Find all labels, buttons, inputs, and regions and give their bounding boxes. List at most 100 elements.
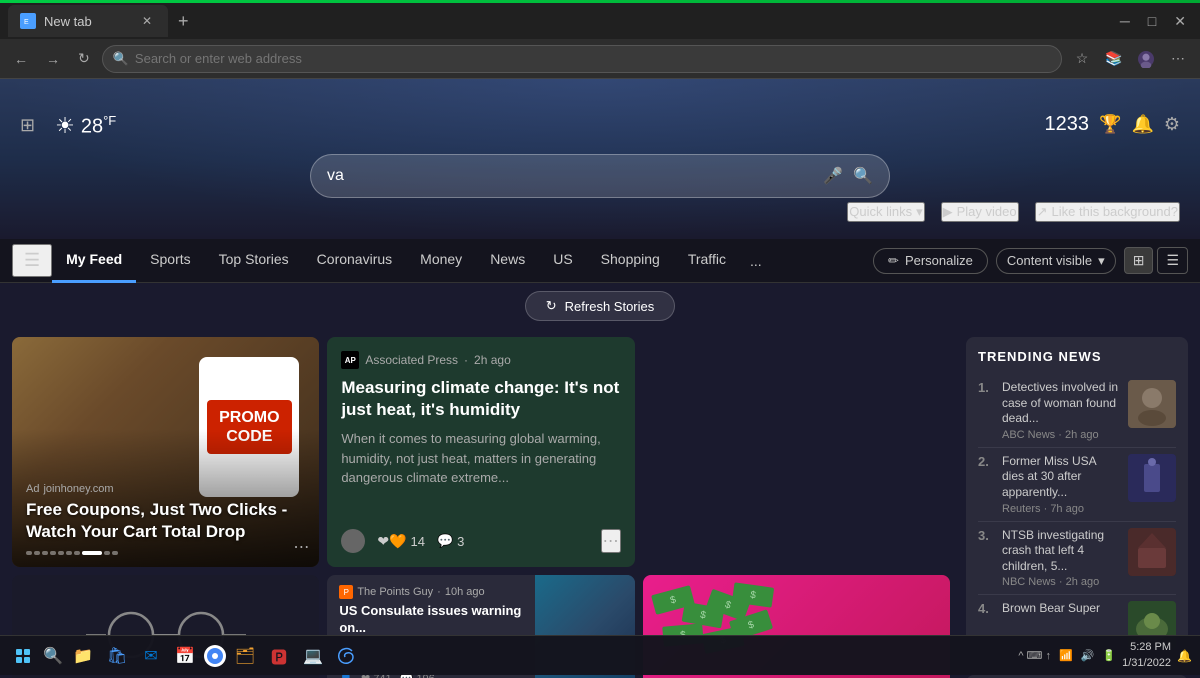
trending-source-2: Reuters · 7h ago — [1002, 503, 1120, 515]
notification-icon[interactable]: 🔔 — [1131, 114, 1153, 135]
trending-num-3: 3. — [978, 528, 994, 543]
nav-item-news[interactable]: News — [476, 239, 539, 283]
nav-item-top-stories[interactable]: Top Stories — [205, 239, 303, 283]
address-bar[interactable]: 🔍 — [102, 45, 1062, 73]
card-more-button[interactable]: ⋯ — [293, 537, 309, 557]
nav-item-traffic[interactable]: Traffic — [674, 239, 740, 283]
taskbar-edge-icon[interactable] — [332, 641, 362, 671]
refresh-stories-button[interactable]: ↻ Refresh Stories — [525, 291, 676, 321]
taskbar-app2-icon[interactable]: 💻 — [298, 641, 328, 671]
nav-hamburger-button[interactable]: ☰ — [12, 244, 52, 277]
grid-view-button[interactable]: ⊞ — [1124, 247, 1154, 274]
maximize-button[interactable]: □ — [1142, 9, 1162, 34]
trending-headline-3: NTSB investigating crash that left 4 chi… — [1002, 528, 1120, 575]
news-source: AP Associated Press · 2h ago — [341, 351, 620, 369]
battery-icon: 🔋 — [1102, 649, 1116, 662]
nav-item-my-feed[interactable]: My Feed — [52, 239, 136, 283]
refresh-button[interactable]: ↻ — [72, 46, 96, 71]
back-button[interactable]: ← — [8, 47, 34, 71]
dot-3 — [42, 551, 48, 555]
notification-center-icon[interactable]: 🔔 — [1177, 649, 1192, 663]
main-search-input[interactable] — [327, 167, 813, 185]
trending-img-1 — [1128, 380, 1176, 428]
taskbar-mail-icon[interactable]: ✉ — [136, 641, 166, 671]
ap-logo: AP — [341, 351, 359, 369]
taskbar-chrome-icon[interactable] — [204, 645, 226, 667]
nav-item-shopping[interactable]: Shopping — [587, 239, 674, 283]
trending-num-4: 4. — [978, 601, 994, 616]
card-ad-label: Ad joinhoney.com — [26, 483, 305, 495]
trending-item-2[interactable]: 2. Former Miss USA dies at 30 after appa… — [978, 448, 1176, 522]
taskbar-app1-icon[interactable]: 🅿 — [264, 641, 294, 671]
taskbar: 🔍 📁 🛍 ✉ 📅 🗂 🅿 💻 ^ ⌨ ↑ 📶 🔊 🔋 5:28 PM 1/31… — [0, 635, 1200, 675]
trending-source-1: ABC News · 2h ago — [1002, 429, 1120, 441]
settings-icon[interactable]: ⚙ — [1164, 114, 1180, 135]
promo-card[interactable]: PROMO CODE Ad joinhoney.com Free Coupons… — [12, 337, 319, 567]
taskbar-files-icon[interactable]: 📁 — [68, 641, 98, 671]
wifi-icon: 📶 — [1059, 649, 1073, 662]
windows-logo — [16, 649, 30, 663]
hero-weather-widget[interactable]: ☀ 28°F — [55, 113, 116, 139]
list-view-button[interactable]: ☰ — [1157, 247, 1188, 274]
news-card[interactable]: AP Associated Press · 2h ago Measuring c… — [327, 337, 634, 567]
minimize-button[interactable]: ─ — [1114, 9, 1136, 34]
taskbar-system-tray: ^ ⌨ ↑ 📶 🔊 🔋 — [1018, 649, 1116, 662]
trending-text-2: Former Miss USA dies at 30 after apparen… — [1002, 454, 1120, 515]
trending-source-3: NBC News · 2h ago — [1002, 576, 1120, 588]
card-progress-dots — [26, 551, 305, 555]
win-quad-1 — [16, 649, 22, 655]
search-submit-icon[interactable]: 🔍 — [853, 166, 873, 186]
comment-group[interactable]: 💬 3 — [437, 533, 464, 549]
new-tab-button[interactable]: + — [172, 11, 195, 32]
news-actions: ❤🧡 14 💬 3 ⋯ — [341, 529, 620, 553]
trending-text-3: NTSB investigating crash that left 4 chi… — [1002, 528, 1120, 589]
like-background-button[interactable]: ↗ Like this background? — [1035, 202, 1180, 222]
trending-item-1[interactable]: 1. Detectives involved in case of woman … — [978, 374, 1176, 448]
taskbar-clock[interactable]: 5:28 PM 1/31/2022 — [1122, 640, 1171, 671]
right-sidebar: TRENDING NEWS 1. Detectives involved in … — [958, 329, 1188, 678]
taskbar-search-button[interactable]: 🔍 — [38, 641, 68, 671]
close-button[interactable]: ✕ — [1168, 9, 1192, 34]
tab-title: New tab — [44, 14, 92, 29]
nav-item-coronavirus[interactable]: Coronavirus — [303, 239, 406, 283]
dot-9 — [104, 551, 110, 555]
main-search-bar[interactable]: 🎤 🔍 — [310, 154, 890, 198]
address-search-icon: 🔍 — [113, 51, 129, 67]
apps-grid-button[interactable]: ⊞ — [20, 115, 35, 136]
mic-icon[interactable]: 🎤 — [823, 166, 843, 186]
start-button[interactable] — [8, 641, 38, 671]
personalize-button[interactable]: ✏ Personalize — [873, 248, 988, 274]
browser-ctrl-icons: ☆ 📚 ⋯ — [1068, 45, 1192, 73]
trending-headline-1: Detectives involved in case of woman fou… — [1002, 380, 1120, 427]
nav-more-button[interactable]: ... — [740, 253, 772, 269]
nav-item-sports[interactable]: Sports — [136, 239, 204, 283]
quick-links-row: Quick links ▾ ▶ Play video ↗ Like this b… — [0, 198, 1200, 226]
taskbar-explorer-icon[interactable]: 🗂 — [230, 641, 260, 671]
news-body: When it comes to measuring global warmin… — [341, 429, 620, 521]
nav-right-controls: ✏ Personalize Content visible ▾ ⊞ ☰ — [873, 247, 1188, 274]
more-options-button[interactable]: ⋯ — [1164, 45, 1192, 73]
tab-close-btn[interactable]: ✕ — [138, 12, 156, 30]
dot-10 — [112, 551, 118, 555]
profile-button[interactable] — [1132, 45, 1160, 73]
collections-button[interactable]: 📚 — [1100, 45, 1128, 73]
reaction-group[interactable]: ❤🧡 14 — [377, 533, 425, 550]
trending-item-3[interactable]: 3. NTSB investigating crash that left 4 … — [978, 522, 1176, 596]
news-card-inner: AP Associated Press · 2h ago Measuring c… — [327, 337, 634, 567]
address-input[interactable] — [135, 51, 1051, 66]
taskbar-store-icon[interactable]: 🛍 — [102, 641, 132, 671]
favorites-button[interactable]: ☆ — [1068, 45, 1096, 73]
quick-links-button[interactable]: Quick links ▾ — [847, 202, 924, 222]
hero-weather-temp: 28°F — [81, 113, 116, 139]
taskbar-calendar-icon[interactable]: 📅 — [170, 641, 200, 671]
forward-button[interactable]: → — [40, 47, 66, 71]
main-area: ⊞ ☀ 28°F 1233 🏆 🔔 ⚙ 🎤 🔍 — [0, 79, 1200, 678]
active-tab[interactable]: E New tab ✕ — [8, 5, 168, 37]
content-visible-dropdown[interactable]: Content visible ▾ — [996, 248, 1116, 274]
browser-tab-bar: E New tab ✕ + ─ □ ✕ — [0, 3, 1200, 39]
news-more-button[interactable]: ⋯ — [601, 529, 621, 553]
trophy-icon[interactable]: 🏆 — [1099, 114, 1121, 135]
nav-item-us[interactable]: US — [539, 239, 586, 283]
play-video-button[interactable]: ▶ Play video — [941, 202, 1019, 222]
nav-item-money[interactable]: Money — [406, 239, 476, 283]
